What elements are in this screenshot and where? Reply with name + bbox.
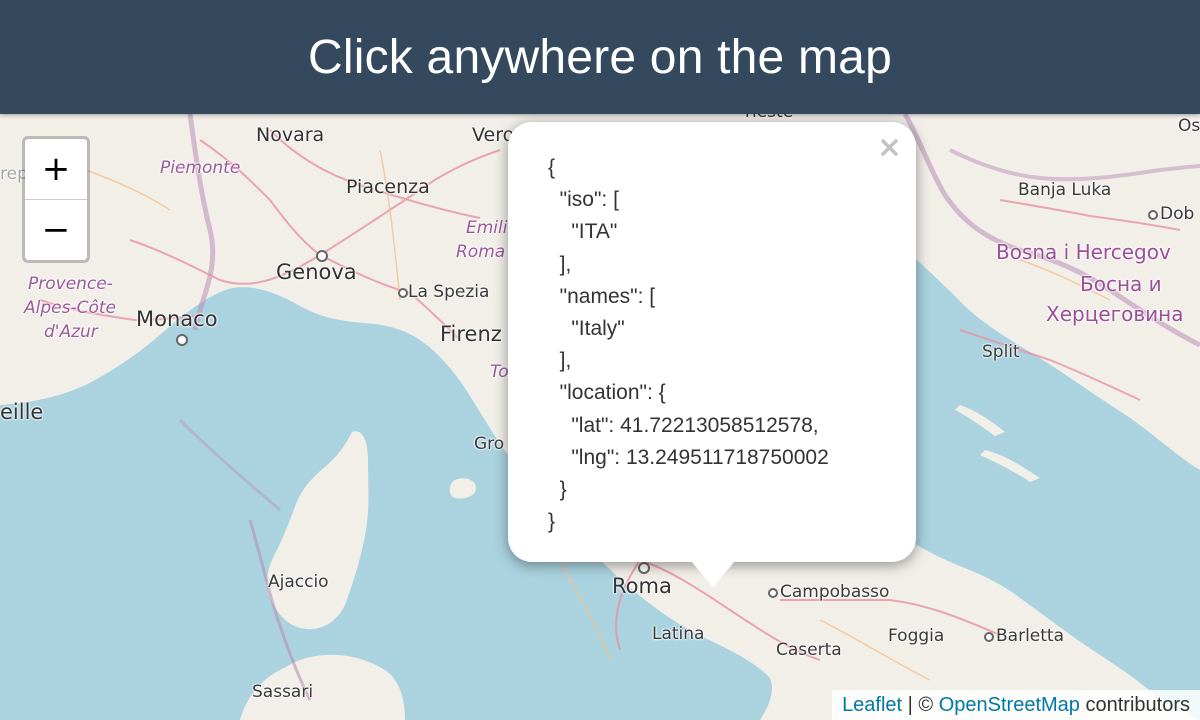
map-popup: × { "iso": [ "ITA" ], "names": [ "Italy"… bbox=[508, 122, 916, 562]
attribution-suffix: contributors bbox=[1079, 694, 1190, 716]
attribution-separator: | © bbox=[902, 694, 939, 716]
zoom-in-button[interactable]: + bbox=[25, 139, 87, 200]
popup-tip bbox=[691, 561, 735, 587]
city-marker bbox=[398, 288, 408, 298]
place-label: Novara bbox=[256, 124, 325, 146]
place-label: Foggia bbox=[888, 626, 945, 646]
place-label: Provence- bbox=[28, 274, 113, 294]
place-label: Campobasso bbox=[780, 582, 890, 602]
border-sea bbox=[178, 418, 281, 512]
city-marker bbox=[316, 250, 328, 262]
place-label: Caserta bbox=[776, 640, 842, 660]
place-label: Barletta bbox=[996, 626, 1064, 646]
page-header: Click anywhere on the map bbox=[0, 0, 1200, 114]
osm-link[interactable]: OpenStreetMap bbox=[939, 694, 1080, 716]
place-label: Genova bbox=[276, 260, 357, 284]
place-label: Херцеговина bbox=[1046, 302, 1184, 326]
city-marker bbox=[1148, 210, 1158, 220]
corsica bbox=[267, 431, 369, 630]
place-label: Firenz bbox=[440, 322, 502, 346]
croatia-islands bbox=[955, 405, 1040, 482]
place-label: Ajaccio bbox=[268, 572, 329, 592]
place-label: Босна и bbox=[1080, 272, 1162, 296]
page-title: Click anywhere on the map bbox=[308, 30, 892, 84]
place-label: Roma bbox=[612, 574, 672, 598]
city-marker bbox=[768, 588, 778, 598]
zoom-out-button[interactable]: − bbox=[25, 200, 87, 260]
place-label: Roma bbox=[456, 242, 506, 262]
place-label: Piacenza bbox=[346, 176, 430, 198]
close-icon[interactable]: × bbox=[877, 130, 902, 165]
place-label: La Spezia bbox=[408, 282, 490, 302]
place-label: Piemonte bbox=[160, 158, 241, 178]
city-marker bbox=[984, 632, 994, 642]
place-label: Split bbox=[982, 342, 1020, 362]
zoom-control: + − bbox=[22, 136, 90, 263]
place-label: Sassari bbox=[252, 682, 314, 702]
place-label: Emili bbox=[466, 218, 508, 238]
place-label: rieste bbox=[745, 114, 793, 122]
place-label: To bbox=[490, 362, 509, 382]
place-label: Dob bbox=[1160, 204, 1195, 224]
city-marker bbox=[176, 334, 188, 346]
place-label: Alpes-Côte bbox=[24, 298, 116, 318]
elba bbox=[449, 478, 476, 499]
place-label: Os bbox=[1178, 116, 1200, 136]
leaflet-link[interactable]: Leaflet bbox=[842, 694, 902, 716]
place-label: Bosna i Hercegov bbox=[996, 240, 1171, 264]
place-label: Banja Luka bbox=[1018, 180, 1112, 200]
popup-json-content: { "iso": [ "ITA" ], "names": [ "Italy" ]… bbox=[548, 156, 829, 534]
city-marker bbox=[638, 562, 650, 574]
place-label: d'Azur bbox=[44, 322, 98, 342]
place-label: Gro bbox=[474, 434, 505, 454]
place-label: Monaco bbox=[136, 307, 218, 331]
map-attribution: Leaflet | © OpenStreetMap contributors bbox=[832, 690, 1200, 720]
place-label: Latina bbox=[652, 624, 705, 644]
place-label: eille bbox=[0, 400, 44, 424]
